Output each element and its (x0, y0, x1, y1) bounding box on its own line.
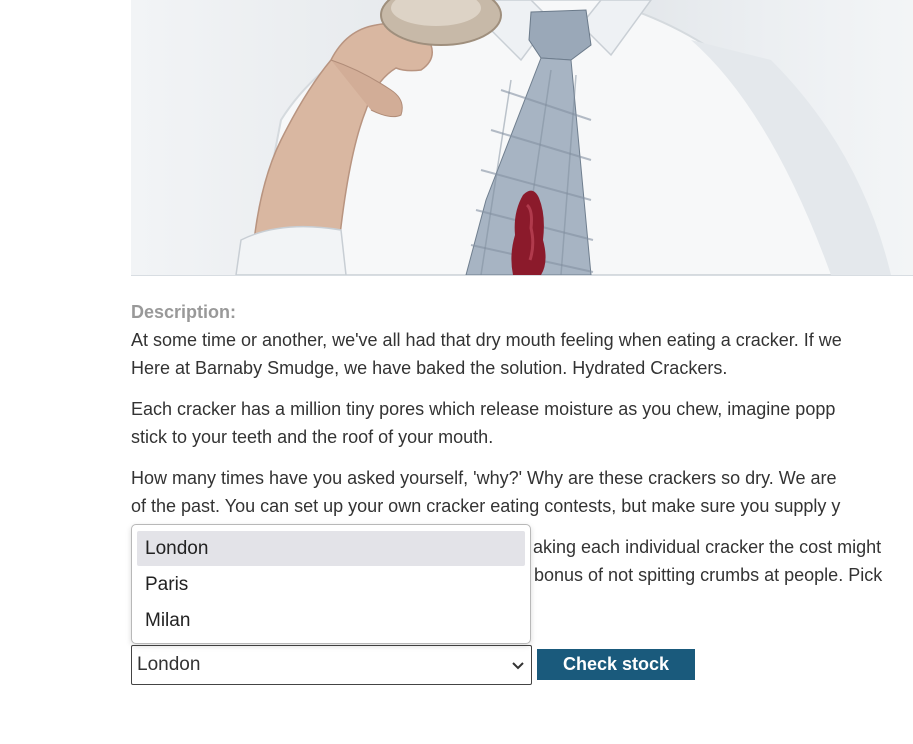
store-select-value: London (137, 654, 201, 675)
description-paragraph: How many times have you asked yourself, … (131, 464, 913, 520)
product-photo (235, 0, 891, 275)
description-line: bonus of not spitting crumbs at people. … (534, 565, 883, 585)
description-line: stick to your teeth and the roof of your… (131, 427, 494, 447)
description-paragraph: Each cracker has a million tiny pores wh… (131, 395, 913, 451)
store-option-london[interactable]: London (137, 531, 525, 566)
description-line: How many times have you asked yourself, … (131, 468, 837, 488)
store-option-paris[interactable]: Paris (137, 567, 525, 602)
product-image (131, 0, 913, 276)
description-paragraph: At some time or another, we've all had t… (131, 326, 913, 382)
description-line: Each cracker has a million tiny pores wh… (131, 399, 836, 419)
store-option-milan[interactable]: Milan (137, 603, 525, 638)
product-page: Description: At some time or another, we… (0, 0, 913, 744)
store-dropdown-list: London Paris Milan (131, 524, 531, 644)
description-line: of the past. You can set up your own cra… (131, 496, 841, 516)
stock-check-form: London Check stock (131, 645, 695, 685)
store-select[interactable]: London (131, 645, 532, 685)
description-heading: Description: (131, 302, 237, 322)
chevron-down-icon (512, 662, 524, 670)
description-line: Here at Barnaby Smudge, we have baked th… (131, 358, 728, 378)
description-line: At some time or another, we've all had t… (131, 330, 842, 350)
description-line: aking each individual cracker the cost m… (533, 537, 882, 557)
check-stock-button[interactable]: Check stock (537, 649, 695, 680)
